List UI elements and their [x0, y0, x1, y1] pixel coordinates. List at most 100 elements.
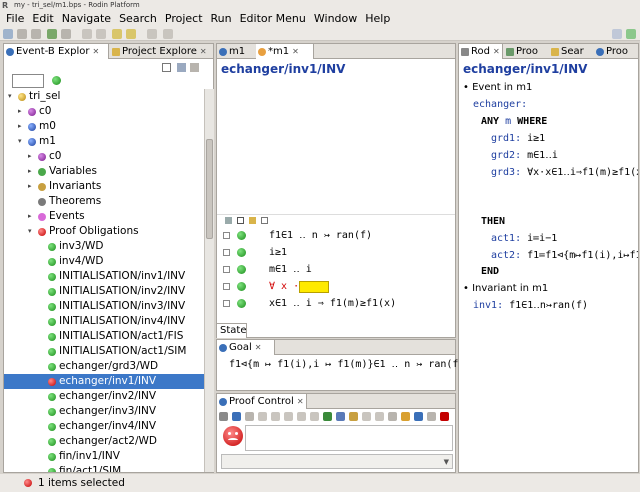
tree-item[interactable]: INITIALISATION/inv3/INV: [4, 299, 204, 314]
search-icon[interactable]: [61, 29, 71, 39]
select-all-icon[interactable]: [225, 217, 232, 224]
menu-item-help[interactable]: Help: [361, 11, 394, 27]
tree-item[interactable]: echanger/inv1/INV: [4, 374, 204, 389]
deselect-icon[interactable]: [237, 217, 244, 224]
menu-item-search[interactable]: Search: [115, 11, 161, 27]
tree-item[interactable]: Theorems: [4, 194, 204, 209]
tree-item[interactable]: fin/inv1/INV: [4, 449, 204, 464]
tree-item[interactable]: echanger/grd3/WD: [4, 359, 204, 374]
expand-open-icon[interactable]: ▾: [28, 224, 32, 239]
expand-closed-icon[interactable]: ▸: [28, 209, 32, 224]
tab-event-b-explorer[interactable]: Event-B Explor ✕: [4, 44, 109, 59]
tree-item[interactable]: ▸ Events: [4, 209, 204, 224]
tree-item[interactable]: INITIALISATION/act1/SIM: [4, 344, 204, 359]
open-perspective-icon[interactable]: [612, 29, 622, 39]
history-forward-icon[interactable]: [163, 29, 173, 39]
tab-project-explorer[interactable]: Project Explore ✕: [110, 44, 215, 59]
prover-icon[interactable]: [440, 412, 449, 421]
next-annotation-icon[interactable]: [112, 29, 122, 39]
hypothesis-checkbox[interactable]: [223, 300, 230, 307]
hypothesis-action-icon[interactable]: [237, 299, 246, 308]
expand-closed-icon[interactable]: ▸: [28, 149, 32, 164]
hypothesis-row[interactable]: ∀ x ·: [217, 278, 455, 295]
hypothesis-row[interactable]: f1∈1 ‥ n ↣ ran(f): [217, 227, 455, 244]
close-icon[interactable]: ✕: [297, 397, 304, 406]
tree-item[interactable]: echanger/act2/WD: [4, 434, 204, 449]
expand-closed-icon[interactable]: ▸: [18, 119, 22, 134]
goal-text[interactable]: f1⊲{m ↦ f1(i),i ↦ f1(m)}∈1 ‥ n ↣ ran(f): [229, 359, 464, 370]
back-icon[interactable]: [284, 412, 293, 421]
tree-item[interactable]: ▾ tri_sel: [4, 89, 204, 104]
post-tactic-icon[interactable]: [232, 412, 241, 421]
hypothesis-action-icon[interactable]: [237, 248, 246, 257]
prune-icon[interactable]: [310, 412, 319, 421]
quantifier-instantiation-input[interactable]: [299, 281, 329, 293]
tactic-menu-icon[interactable]: [219, 412, 228, 421]
undo-icon[interactable]: [362, 412, 371, 421]
explorer-scrollbar[interactable]: [204, 89, 214, 472]
tree-item[interactable]: INITIALISATION/act1/FIS: [4, 329, 204, 344]
tab-proof-info[interactable]: Proo: [594, 44, 638, 59]
expand-open-icon[interactable]: ▾: [18, 134, 22, 149]
hypothesis-action-icon[interactable]: [237, 231, 246, 240]
tactic-history-dropdown[interactable]: ▼: [221, 454, 453, 469]
prev-annotation-icon[interactable]: [126, 29, 136, 39]
view-menu-icon[interactable]: [190, 63, 199, 72]
tab-m1[interactable]: m1: [217, 44, 255, 59]
expand-closed-icon[interactable]: ▸: [28, 179, 32, 194]
tree-item[interactable]: INITIALISATION/inv2/INV: [4, 284, 204, 299]
prev-pending-icon[interactable]: [271, 412, 280, 421]
review-icon[interactable]: [245, 412, 254, 421]
edit-icon[interactable]: [349, 412, 358, 421]
close-icon[interactable]: ✕: [493, 47, 500, 56]
tactic-input-field[interactable]: [245, 425, 453, 451]
menu-item-navigate[interactable]: Navigate: [58, 11, 115, 27]
tree-item[interactable]: ▸ Invariants: [4, 179, 204, 194]
proving-perspective-icon[interactable]: [626, 29, 636, 39]
new-icon[interactable]: [3, 29, 13, 39]
run-icon[interactable]: [47, 29, 57, 39]
hypothesis-checkbox[interactable]: [223, 249, 230, 256]
tree-item[interactable]: ▸ c0: [4, 149, 204, 164]
tab-search[interactable]: Sear: [549, 44, 593, 59]
tree-item[interactable]: INITIALISATION/inv1/INV: [4, 269, 204, 284]
next-pending-icon[interactable]: [258, 412, 267, 421]
search-hyp-icon[interactable]: [388, 412, 397, 421]
hypothesis-row[interactable]: m∈1 ‥ i: [217, 261, 455, 278]
expand-closed-icon[interactable]: ▸: [18, 104, 22, 119]
scrollbar-thumb[interactable]: [206, 139, 213, 239]
remove-icon[interactable]: [261, 217, 268, 224]
save-icon[interactable]: [17, 29, 27, 39]
expand-open-icon[interactable]: ▾: [8, 89, 12, 104]
tab-goal[interactable]: Goal ✕: [217, 340, 275, 355]
history-back-icon[interactable]: [147, 29, 157, 39]
hypothesis-row[interactable]: x∈1 ‥ i ⇒ f1(m)≥f1(x): [217, 295, 455, 312]
hypothesis-action-icon[interactable]: [237, 282, 246, 291]
close-icon[interactable]: ✕: [255, 343, 262, 352]
menu-item-project[interactable]: Project: [161, 11, 207, 27]
forward-icon[interactable]: [297, 412, 306, 421]
back-icon[interactable]: [82, 29, 92, 39]
tree-item[interactable]: ▾ m1: [4, 134, 204, 149]
print-icon[interactable]: [31, 29, 41, 39]
menu-item-edit[interactable]: Edit: [28, 11, 57, 27]
redo-icon[interactable]: [375, 412, 384, 421]
hypothesis-action-icon[interactable]: [237, 265, 246, 274]
tab-proof-tree[interactable]: Proo: [504, 44, 548, 59]
tree-item[interactable]: ▾ Proof Obligations: [4, 224, 204, 239]
menu-item-run[interactable]: Run: [207, 11, 236, 27]
tree-item[interactable]: fin/act1/SIM: [4, 464, 204, 472]
tree-item[interactable]: echanger/inv2/INV: [4, 389, 204, 404]
help-icon[interactable]: [414, 412, 423, 421]
collapse-all-icon[interactable]: [162, 63, 171, 72]
lasso-icon[interactable]: [336, 412, 345, 421]
tree-item[interactable]: ▸ c0: [4, 104, 204, 119]
hypothesis-row[interactable]: i≥1: [217, 244, 455, 261]
tree-item[interactable]: inv4/WD: [4, 254, 204, 269]
expand-icon[interactable]: [427, 412, 436, 421]
tab-m1-dirty[interactable]: *m1 ✕: [256, 44, 314, 59]
tree-item[interactable]: inv3/WD: [4, 239, 204, 254]
tree-item[interactable]: INITIALISATION/inv4/INV: [4, 314, 204, 329]
info-icon[interactable]: [401, 412, 410, 421]
hypothesis-checkbox[interactable]: [223, 283, 230, 290]
